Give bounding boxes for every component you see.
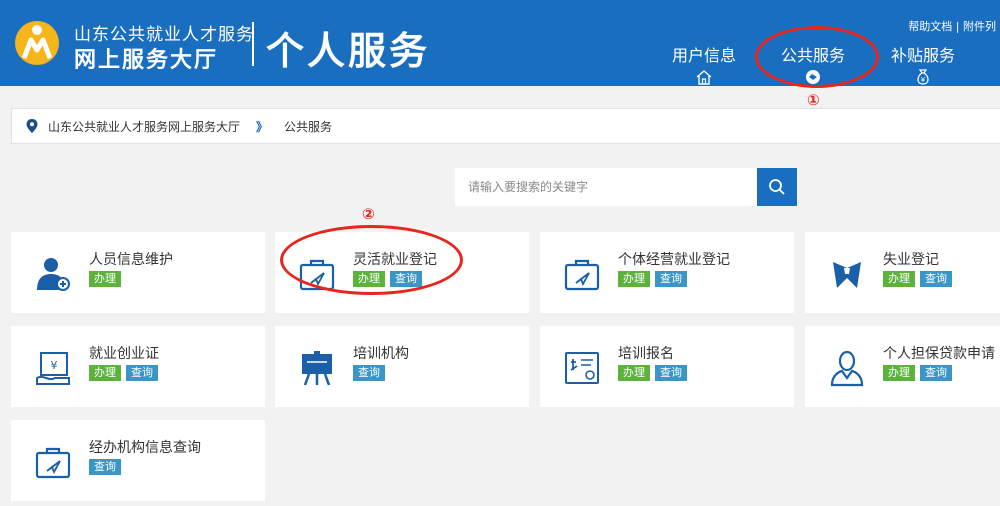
card-self-employment[interactable]: 个体经营就业登记 办理 查询 xyxy=(540,232,794,313)
card-actions: 查询 xyxy=(353,365,385,381)
highlight-ellipse-1 xyxy=(755,26,879,88)
nav-user-info-label: 用户信息 xyxy=(672,46,737,65)
query-button[interactable]: 查询 xyxy=(655,271,687,287)
location-pin-icon xyxy=(26,119,38,133)
svg-text:¥: ¥ xyxy=(921,76,926,84)
card-title: 培训报名 xyxy=(618,346,674,362)
top-links[interactable]: 帮助文档 | 附件列 xyxy=(908,18,996,34)
card-actions: 办理 查询 xyxy=(618,365,687,381)
card-title: 就业创业证 xyxy=(89,346,159,362)
handle-button[interactable]: 办理 xyxy=(883,271,915,287)
annotation-marker-2: ② xyxy=(362,205,375,223)
query-button[interactable]: 查询 xyxy=(920,365,952,381)
card-guarantee-loan[interactable]: 个人担保贷款申请 办理 查询 xyxy=(805,326,1000,407)
logo-icon xyxy=(15,21,59,65)
nav-subsidy-service-label: 补贴服务 xyxy=(891,46,956,65)
query-button[interactable]: 查询 xyxy=(353,365,385,381)
search-input[interactable] xyxy=(455,168,757,206)
training-icon xyxy=(565,352,599,384)
page-title: 个人服务 xyxy=(266,28,431,73)
card-title: 个人担保贷款申请 xyxy=(883,346,995,362)
card-actions: 办理 xyxy=(89,271,121,287)
query-button[interactable]: 查询 xyxy=(126,365,158,381)
handle-button[interactable]: 办理 xyxy=(618,271,650,287)
money-bag-icon: ¥ xyxy=(917,69,929,85)
tie-icon xyxy=(833,262,861,288)
card-agency-info[interactable]: 经办机构信息查询 查询 xyxy=(11,420,265,501)
briefcase-icon xyxy=(564,259,600,291)
breadcrumb: 山东公共就业人才服务网上服务大厅 》 公共服务 xyxy=(11,108,1000,144)
handle-button[interactable]: 办理 xyxy=(618,365,650,381)
person-outline-icon xyxy=(830,350,864,387)
annotation-marker-1: ① xyxy=(807,91,820,109)
card-title: 个体经营就业登记 xyxy=(618,252,730,268)
breadcrumb-separator: 》 xyxy=(256,119,269,134)
svg-text:¥: ¥ xyxy=(51,359,58,372)
card-actions: 办理 查询 xyxy=(618,271,687,287)
breadcrumb-home[interactable]: 山东公共就业人才服务网上服务大厅 xyxy=(48,118,240,135)
query-button[interactable]: 查询 xyxy=(920,271,952,287)
card-actions: 办理 查询 xyxy=(883,271,952,287)
home-icon xyxy=(696,70,712,85)
handle-button[interactable]: 办理 xyxy=(89,271,121,287)
search-button[interactable] xyxy=(757,168,797,206)
card-actions: 办理 查询 xyxy=(883,365,952,381)
handle-button[interactable]: 办理 xyxy=(89,365,121,381)
card-employment-certificate[interactable]: ¥ 就业创业证 办理 查询 xyxy=(11,326,265,407)
nav-subsidy-service[interactable]: 补贴服务 ¥ xyxy=(891,42,955,86)
card-personnel-info[interactable]: 人员信息维护 办理 xyxy=(11,232,265,313)
breadcrumb-current: 公共服务 xyxy=(284,119,333,134)
card-training-registration[interactable]: 培训报名 办理 查询 xyxy=(540,326,794,407)
nav-user-info[interactable]: 用户信息 xyxy=(672,42,736,86)
search-icon xyxy=(769,179,785,195)
briefcase-icon xyxy=(35,447,71,479)
card-title: 培训机构 xyxy=(353,346,409,362)
query-button[interactable]: 查询 xyxy=(89,459,121,475)
highlight-ellipse-2 xyxy=(280,225,463,295)
card-actions: 查询 xyxy=(89,459,121,475)
card-training-institution[interactable]: 培训机构 查询 xyxy=(275,326,529,407)
card-unemployment[interactable]: 失业登记 办理 查询 xyxy=(805,232,1000,313)
easel-icon xyxy=(302,351,332,386)
card-title: 失业登记 xyxy=(883,252,939,268)
brand-divider xyxy=(252,22,254,66)
person-icon xyxy=(37,258,70,291)
card-title: 经办机构信息查询 xyxy=(89,440,201,456)
card-title: 人员信息维护 xyxy=(89,252,173,268)
handle-button[interactable]: 办理 xyxy=(883,365,915,381)
query-button[interactable]: 查询 xyxy=(655,365,687,381)
brand-line-2: 网上服务大厅 xyxy=(74,48,219,73)
card-actions: 办理 查询 xyxy=(89,365,158,381)
certificate-icon: ¥ xyxy=(36,352,70,385)
